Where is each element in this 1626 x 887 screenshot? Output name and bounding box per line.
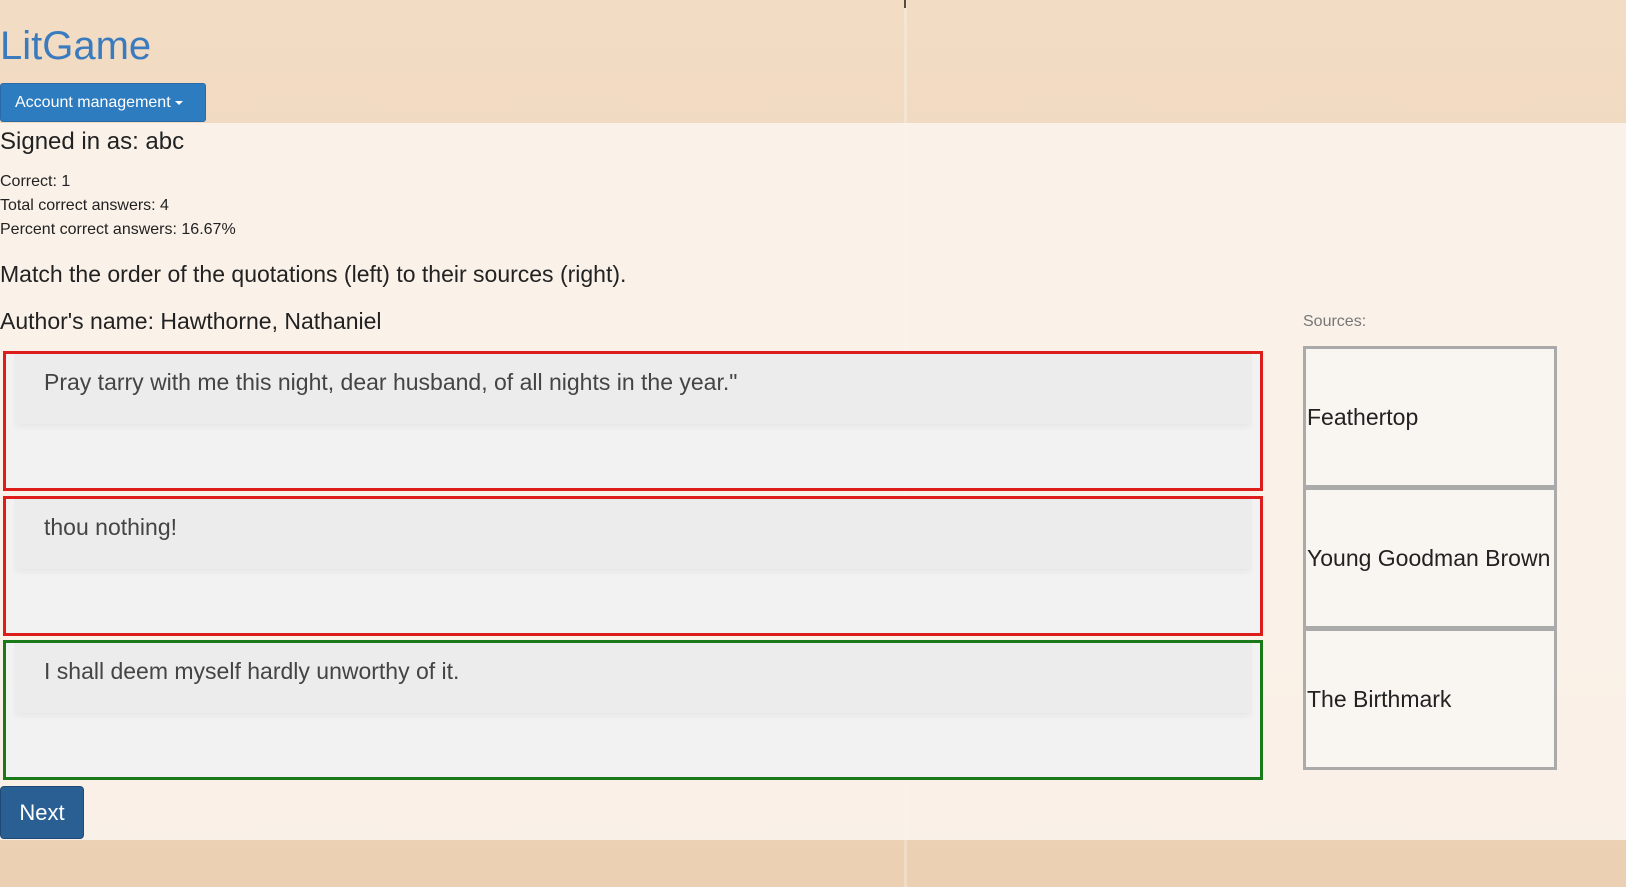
account-management-dropdown[interactable]: Account management [0, 83, 206, 122]
quote-card-incorrect[interactable]: thou nothing! [3, 496, 1263, 636]
brand-link[interactable]: LitGame [0, 22, 151, 70]
signed-in-text: Signed in as: abc [0, 128, 185, 155]
author-name: Author's name: Hawthorne, Nathaniel [0, 308, 382, 334]
quote-text: I shall deem myself hardly unworthy of i… [44, 658, 460, 684]
source-title: Young Goodman Brown [1307, 544, 1551, 571]
correct-count: Correct: 1 [0, 173, 71, 190]
source-title: The Birthmark [1307, 685, 1452, 712]
source-title: Feathertop [1307, 403, 1419, 430]
quote-card-correct[interactable]: I shall deem myself hardly unworthy of i… [3, 640, 1263, 780]
source-item-the-birthmark[interactable]: The Birthmark [1303, 628, 1557, 770]
source-item-young-goodman-brown[interactable]: Young Goodman Brown [1303, 487, 1557, 629]
next-button[interactable]: Next [0, 786, 84, 839]
account-management-label: Account management [15, 94, 171, 111]
source-item-feathertop[interactable]: Feathertop [1303, 346, 1557, 488]
percent-correct-answers: Percent correct answers: 16.67% [0, 221, 236, 238]
quote-text: thou nothing! [44, 514, 178, 540]
quote-text: Pray tarry with me this night, dear husb… [44, 369, 738, 395]
sources-label: Sources: [1303, 313, 1367, 330]
background-top-mark [904, 0, 906, 8]
caret-down-icon [174, 100, 183, 105]
total-correct-answers: Total correct answers: 4 [0, 197, 169, 214]
instructions: Match the order of the quotations (left)… [0, 261, 627, 287]
quote-card-incorrect[interactable]: Pray tarry with me this night, dear husb… [3, 351, 1263, 491]
quote-card-header [14, 499, 1252, 569]
